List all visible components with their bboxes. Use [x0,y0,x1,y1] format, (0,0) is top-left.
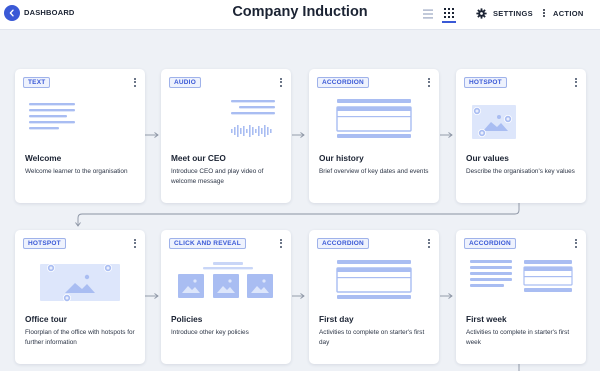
settings-label: SETTINGS [493,8,533,18]
card-title: Our history [319,153,364,163]
card-description: Activities to complete in starter's firs… [466,329,570,346]
card-description: Describe the organisation's key values [466,168,575,175]
card-title: Our values [466,153,509,163]
card-title: First day [319,314,354,324]
more-vertical-icon[interactable] [134,239,136,248]
accordion-illustration-icon [336,260,412,299]
step-card-policies[interactable]: CLICK AND REVEAL Policies Introduce othe… [161,230,291,364]
more-vertical-icon[interactable] [428,239,430,248]
card-type-badge: ACCORDION [317,238,369,249]
active-view-indicator [442,21,456,23]
accordion-illustration-icon [470,260,573,292]
card-type-badge: HOTSPOT [23,238,66,249]
card-description: Activities to complete on starter's firs… [319,329,425,346]
list-view-button[interactable] [421,7,435,19]
settings-button[interactable]: SETTINGS [476,6,533,20]
card-type-badge: AUDIO [169,77,201,88]
chevron-left-icon [9,9,14,17]
card-description: Introduce CEO and play video of welcome … [171,168,264,185]
card-type-badge: HOTSPOT [464,77,507,88]
step-card-meet-our-ceo[interactable]: AUDIO Meet our CEO Introduce CEO and pla… [161,69,291,203]
card-type-badge: TEXT [23,77,51,88]
more-vertical-icon [543,8,545,18]
back-button[interactable] [4,5,20,21]
hotspot-illustration-icon [472,105,516,139]
more-vertical-icon[interactable] [575,78,577,87]
card-type-badge: ACCORDION [464,238,516,249]
more-vertical-icon[interactable] [280,239,282,248]
card-type-badge: CLICK AND REVEAL [169,238,246,249]
more-vertical-icon[interactable] [428,78,430,87]
grid-view-icon [444,8,454,18]
step-card-our-values[interactable]: HOTSPOT Our values Describe the organisa… [456,69,586,203]
step-card-our-history[interactable]: ACCORDION Our history Brief overview of … [309,69,439,203]
card-title: First week [466,314,507,324]
grid-view-button[interactable] [442,6,456,23]
step-card-office-tour[interactable]: HOTSPOT Office tour Floorplan of the off… [15,230,145,364]
action-menu-button[interactable]: ACTION [543,6,584,20]
step-card-first-week[interactable]: ACCORDION First week Activities to compl… [456,230,586,364]
card-description: Welcome learner to the organisation [25,168,128,175]
card-title: Meet our CEO [171,153,226,163]
action-label: ACTION [553,8,584,18]
card-title: Policies [171,314,203,324]
text-illustration-icon [29,103,75,130]
card-title: Welcome [25,153,62,163]
list-view-icon [423,9,433,19]
card-description: Brief overview of key dates and events [319,168,429,175]
hotspot-illustration-icon [40,263,120,302]
audio-illustration-icon [231,100,275,137]
top-bar: DASHBOARD Company Induction SETTINGS ACT… [0,0,600,30]
dashboard-link[interactable]: DASHBOARD [24,8,75,17]
more-vertical-icon[interactable] [280,78,282,87]
card-description: Introduce other key policies [171,329,249,336]
connector-wrap-arrow [77,203,520,226]
accordion-illustration-icon [336,99,412,138]
gear-icon [476,7,487,19]
card-type-badge: ACCORDION [317,77,369,88]
click-and-reveal-illustration-icon [178,262,273,298]
card-title: Office tour [25,314,67,324]
more-vertical-icon[interactable] [575,239,577,248]
step-card-first-day[interactable]: ACCORDION First day Activities to comple… [309,230,439,364]
card-description: Floorplan of the office with hotspots fo… [25,329,135,346]
more-vertical-icon[interactable] [134,78,136,87]
step-card-welcome[interactable]: TEXT Welcome Welcome learner to the orga… [15,69,145,203]
